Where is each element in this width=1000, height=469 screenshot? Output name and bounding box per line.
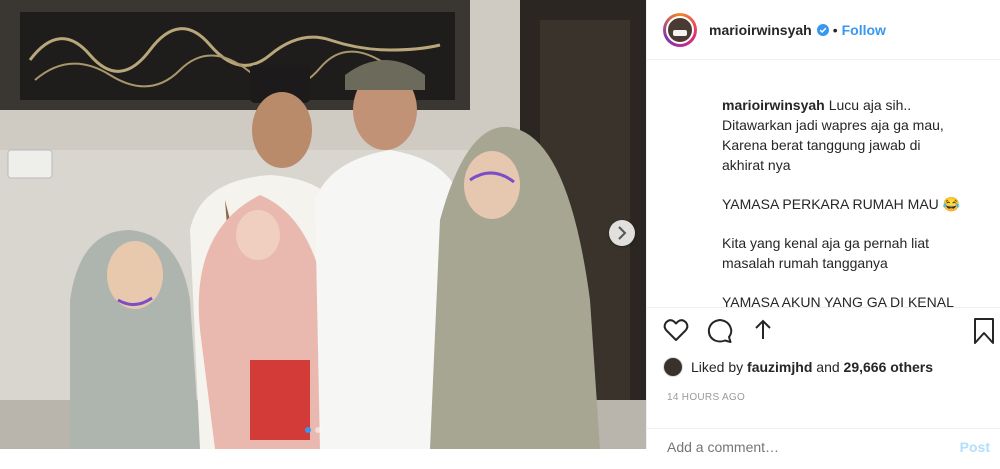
avatar[interactable] <box>663 12 697 47</box>
caption-paragraph-2: YAMASA PERKARA RUMAH MAU 😂 <box>722 196 961 212</box>
post-photo[interactable] <box>0 0 646 449</box>
photo-image <box>0 0 646 449</box>
caption-paragraph-4: YAMASA AKUN YANG GA DI KENAL <box>722 294 954 310</box>
post-side-panel: marioirwinsyah • Follow marioirwinsyah Lu… <box>646 0 1000 455</box>
bookmark-icon[interactable] <box>973 318 995 349</box>
post-timestamp[interactable]: 14 HOURS AGO <box>667 392 745 403</box>
likes-user-link[interactable]: fauzimjhd <box>747 359 812 375</box>
verified-badge-icon <box>816 23 829 36</box>
caption: marioirwinsyah Lucu aja sih.. Ditawarkan … <box>722 95 972 331</box>
carousel-dot-active <box>305 427 311 433</box>
next-photo-button[interactable] <box>609 220 635 246</box>
username-link[interactable]: marioirwinsyah <box>709 22 812 38</box>
heart-icon[interactable] <box>663 318 689 347</box>
likes-count-link[interactable]: 29,666 others <box>844 359 934 375</box>
caption-line-3: Karena berat tanggung jawab di <box>722 137 921 153</box>
post-header: marioirwinsyah • Follow <box>647 0 1000 60</box>
action-bar <box>663 318 995 349</box>
caption-username[interactable]: marioirwinsyah <box>722 97 825 113</box>
comment-icon[interactable] <box>707 318 733 349</box>
caption-paragraph-3b: masalah rumah tangganya <box>722 255 888 271</box>
follow-button[interactable]: Follow <box>842 22 886 38</box>
chevron-right-icon <box>618 226 627 240</box>
header-separator: • <box>832 21 838 38</box>
divider <box>647 307 1000 308</box>
carousel-dot <box>315 427 321 433</box>
carousel-indicator <box>305 427 321 433</box>
caption-paragraph-3a: Kita yang kenal aja ga pernah liat <box>722 235 930 251</box>
share-icon[interactable] <box>751 318 775 347</box>
caption-line-2: Ditawarkan jadi wapres aja ga mau, <box>722 117 944 133</box>
post-comment-button[interactable]: Post <box>960 439 990 455</box>
likes-prefix: Liked by <box>691 359 744 375</box>
caption-line-1: Lucu aja sih.. <box>828 97 912 113</box>
caption-line-4: akhirat nya <box>722 157 791 173</box>
likes-summary: Liked by fauzimjhd and 29,666 others <box>663 357 933 377</box>
comment-input[interactable] <box>667 439 927 455</box>
likes-and: and <box>816 359 840 375</box>
liker-avatar[interactable] <box>663 357 683 377</box>
